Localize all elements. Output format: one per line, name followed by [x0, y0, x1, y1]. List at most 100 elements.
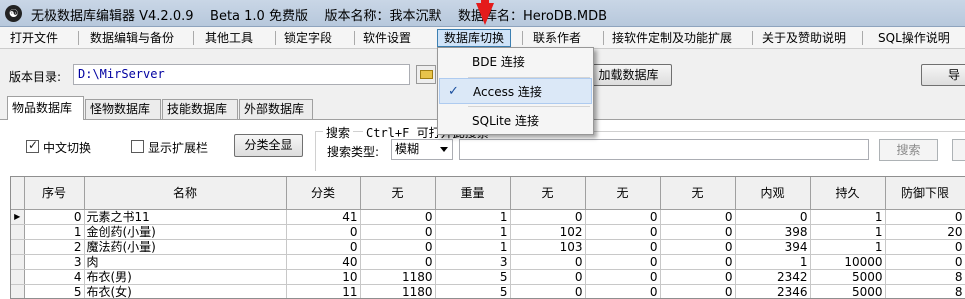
- table-cell[interactable]: 1: [735, 254, 811, 270]
- table-cell[interactable]: 0: [510, 284, 586, 298]
- column-header[interactable]: 内观: [735, 177, 811, 210]
- version-dir-input[interactable]: D:\MirServer: [73, 64, 410, 85]
- table-cell[interactable]: 0: [660, 284, 736, 298]
- chinese-switch-checkbox[interactable]: ✓: [26, 138, 39, 153]
- table-row[interactable]: 5 布衣(女) 11 1180 5 0 0 0 2346 5000 8: [11, 284, 965, 298]
- table-cell[interactable]: 0: [585, 224, 661, 240]
- table-cell[interactable]: 肉: [84, 254, 287, 270]
- table-cell[interactable]: 0: [24, 209, 85, 225]
- table-cell[interactable]: 元素之书11: [84, 209, 287, 225]
- table-cell[interactable]: 0: [585, 239, 661, 255]
- table-cell[interactable]: 0: [360, 254, 436, 270]
- table-cell[interactable]: 8: [885, 284, 965, 298]
- menu-about-sponsor[interactable]: 关于及赞助说明: [756, 29, 852, 47]
- table-cell[interactable]: 0: [585, 209, 661, 225]
- table-row[interactable]: 3 肉 40 0 3 0 0 0 1 10000 0: [11, 254, 965, 270]
- table-row[interactable]: ▶ 0 元素之书11 41 0 1 0 0 0 0 1 0: [11, 209, 965, 225]
- table-cell[interactable]: 3: [24, 254, 85, 270]
- column-header[interactable]: 无: [510, 177, 586, 210]
- menu-settings[interactable]: 软件设置: [357, 29, 417, 47]
- table-cell[interactable]: 0: [735, 209, 811, 225]
- table-cell[interactable]: 0: [660, 269, 736, 285]
- table-row[interactable]: 4 布衣(男) 10 1180 5 0 0 0 2342 5000 8: [11, 269, 965, 285]
- expand-all-categories-button[interactable]: 分类全显: [234, 134, 303, 157]
- table-cell[interactable]: 1: [810, 239, 886, 255]
- table-cell[interactable]: 1: [24, 224, 85, 240]
- column-header[interactable]: 分类: [286, 177, 361, 210]
- column-header[interactable]: 序号: [24, 177, 85, 210]
- table-cell[interactable]: 0: [885, 239, 965, 255]
- table-cell[interactable]: 10: [286, 269, 361, 285]
- table-cell[interactable]: 5: [435, 269, 511, 285]
- table-cell[interactable]: 3: [435, 254, 511, 270]
- column-header[interactable]: 持久: [810, 177, 886, 210]
- column-header[interactable]: 重量: [435, 177, 511, 210]
- table-cell[interactable]: 0: [286, 239, 361, 255]
- table-cell[interactable]: 394: [735, 239, 811, 255]
- table-cell[interactable]: 0: [885, 209, 965, 225]
- menu-custom-dev[interactable]: 接软件定制及功能扩展: [606, 29, 738, 47]
- table-cell[interactable]: 0: [660, 224, 736, 240]
- table-cell[interactable]: 0: [510, 209, 586, 225]
- table-cell[interactable]: 2346: [735, 284, 811, 298]
- table-cell[interactable]: 4: [24, 269, 85, 285]
- menu-db-edit-backup[interactable]: 数据编辑与备份: [84, 29, 180, 47]
- table-cell[interactable]: 5000: [810, 284, 886, 298]
- table-cell[interactable]: 0: [660, 209, 736, 225]
- extra-button[interactable]: [952, 139, 965, 161]
- menu-lock-field[interactable]: 锁定字段: [278, 29, 338, 47]
- items-data-grid[interactable]: 序号 名称 分类 无 重量 无 无 无 内观 持久 防御下限 ▶ 0 元素之书11 4…: [10, 176, 965, 299]
- table-cell[interactable]: 0: [585, 269, 661, 285]
- load-database-button[interactable]: 加载数据库: [585, 64, 672, 86]
- menu-db-switch[interactable]: 数据库切换: [437, 29, 512, 47]
- table-cell[interactable]: 0: [885, 254, 965, 270]
- table-cell[interactable]: 5: [24, 284, 85, 298]
- tab-monsters-db[interactable]: 怪物数据库: [85, 99, 161, 119]
- table-cell[interactable]: 1: [810, 224, 886, 240]
- table-cell[interactable]: 0: [510, 254, 586, 270]
- search-button[interactable]: 搜索: [879, 139, 938, 161]
- table-cell[interactable]: 41: [286, 209, 361, 225]
- table-cell[interactable]: 布衣(女): [84, 284, 287, 298]
- table-cell[interactable]: 0: [585, 254, 661, 270]
- dropdown-item-access[interactable]: ✓ Access 连接: [439, 78, 592, 104]
- table-cell[interactable]: 0: [510, 269, 586, 285]
- dropdown-item-sqlite[interactable]: SQLite 连接: [439, 108, 592, 134]
- table-cell[interactable]: 1: [435, 224, 511, 240]
- table-cell[interactable]: 1180: [360, 284, 436, 298]
- table-cell[interactable]: 0: [585, 284, 661, 298]
- table-cell[interactable]: 5: [435, 284, 511, 298]
- table-cell[interactable]: 0: [286, 224, 361, 240]
- table-cell[interactable]: 2: [24, 239, 85, 255]
- table-cell[interactable]: 398: [735, 224, 811, 240]
- table-cell[interactable]: 0: [360, 209, 436, 225]
- table-cell[interactable]: 20: [885, 224, 965, 240]
- table-cell[interactable]: 金创药(小量): [84, 224, 287, 240]
- table-cell[interactable]: 0: [360, 239, 436, 255]
- table-cell[interactable]: 1180: [360, 269, 436, 285]
- browse-folder-button[interactable]: [416, 65, 436, 84]
- table-cell[interactable]: 10000: [810, 254, 886, 270]
- table-cell[interactable]: 5000: [810, 269, 886, 285]
- table-cell[interactable]: 0: [660, 254, 736, 270]
- menu-contact-author[interactable]: 联系作者: [527, 29, 587, 47]
- tab-items-db[interactable]: 物品数据库: [7, 96, 84, 120]
- column-header[interactable]: 名称: [84, 177, 287, 210]
- column-header[interactable]: 无: [360, 177, 436, 210]
- column-header[interactable]: 无: [585, 177, 661, 210]
- table-cell[interactable]: 布衣(男): [84, 269, 287, 285]
- table-cell[interactable]: 11: [286, 284, 361, 298]
- tab-skills-db[interactable]: 技能数据库: [162, 99, 238, 119]
- table-cell[interactable]: 8: [885, 269, 965, 285]
- search-type-select[interactable]: 模糊: [391, 139, 453, 160]
- dropdown-item-bde[interactable]: BDE 连接: [439, 49, 592, 75]
- show-ext-checkbox[interactable]: [131, 140, 144, 153]
- table-cell[interactable]: 魔法药(小量): [84, 239, 287, 255]
- menu-sql-help[interactable]: SQL操作说明: [872, 29, 956, 47]
- menu-other-tools[interactable]: 其他工具: [199, 29, 259, 47]
- column-header[interactable]: 防御下限: [885, 177, 965, 210]
- table-cell[interactable]: 2342: [735, 269, 811, 285]
- import-button[interactable]: 导入: [921, 64, 965, 86]
- column-header[interactable]: 无: [660, 177, 736, 210]
- table-row[interactable]: 1 金创药(小量) 0 0 1 102 0 0 398 1 20: [11, 224, 965, 240]
